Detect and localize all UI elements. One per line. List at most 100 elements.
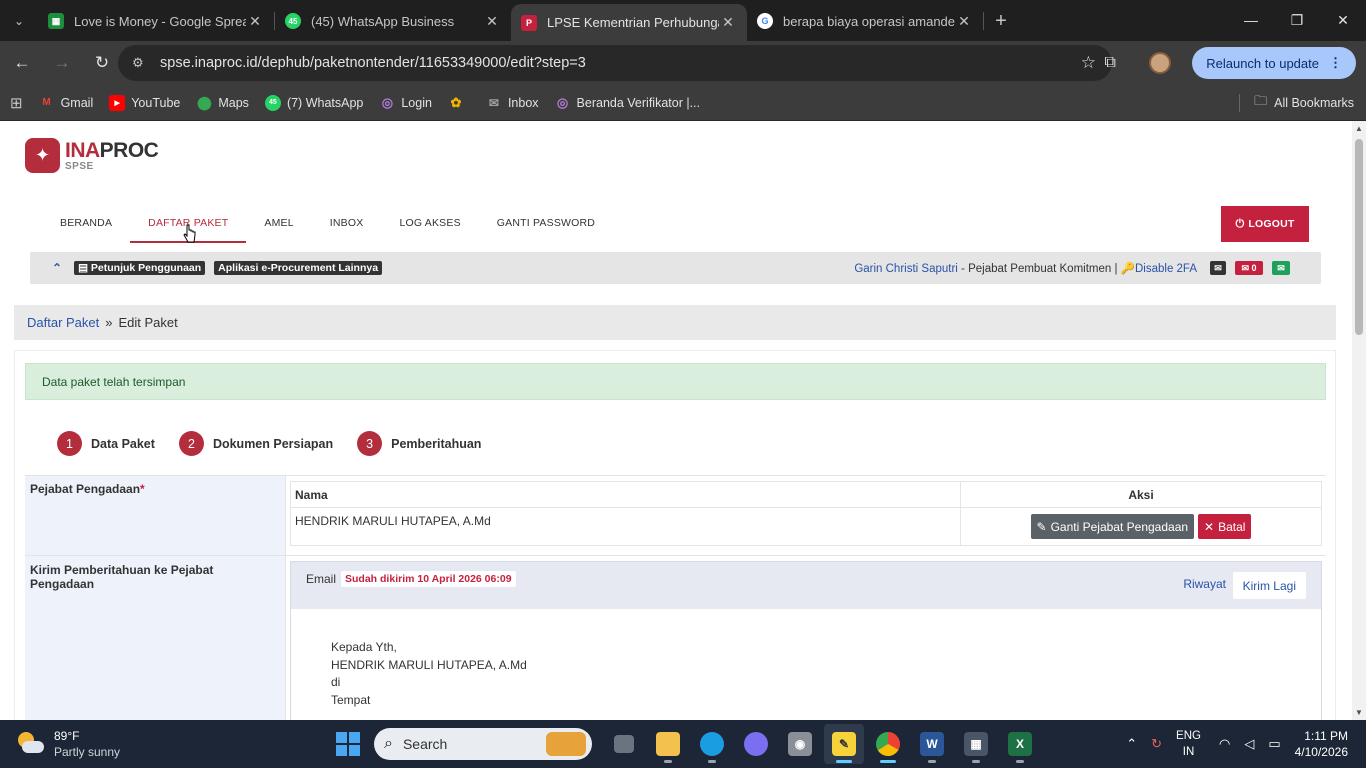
step-label: Data Paket — [91, 436, 155, 451]
taskbar-search[interactable]: ⌕ Search — [374, 728, 592, 760]
all-bookmarks-button[interactable]: 🗀 All Bookmarks — [1239, 92, 1354, 114]
breadcrumb-daftar-paket[interactable]: Daftar Paket — [27, 315, 99, 330]
scroll-up-icon[interactable]: ▲ — [1355, 124, 1363, 133]
task-view-icon — [614, 735, 634, 753]
edit-paket-panel: Data paket telah tersimpan 1 Data Paket 2… — [14, 350, 1336, 720]
step-data-paket[interactable]: 1 Data Paket — [57, 431, 155, 456]
bookmarks-bar: ⊞ M Gmail ▶ YouTube ⬤ Maps 45 (7) WhatsApp ◎… — [0, 85, 1366, 121]
start-button[interactable] — [336, 732, 360, 756]
email-label: Email — [306, 571, 337, 586]
bookmark-pinwheel[interactable]: ✿ — [448, 95, 470, 111]
calculator-icon: ▦ — [964, 732, 988, 756]
power-icon: ⏻ — [1235, 217, 1245, 230]
close-icon[interactable]: ✕ — [719, 14, 737, 31]
inbox-count-button[interactable]: ✉ 0 — [1235, 261, 1263, 275]
profile-avatar[interactable] — [1142, 45, 1178, 81]
kirim-lagi-button[interactable]: Kirim Lagi — [1232, 572, 1306, 599]
scroll-down-icon[interactable]: ▼ — [1355, 708, 1363, 717]
tab-title: LPSE Kementrian Perhubungan — [547, 15, 719, 30]
nav-log-akses[interactable]: LOG AKSES — [381, 207, 478, 243]
clock[interactable]: 1:11 PM 4/10/2026 — [1295, 728, 1348, 760]
logout-button[interactable]: ⏻ LOGOUT — [1221, 206, 1309, 242]
address-bar[interactable]: ⚙ spse.inaproc.id/dephub/paketnontender/… — [118, 45, 1112, 81]
bookmark-maps[interactable]: ⬤ Maps — [196, 95, 249, 111]
disable-2fa-link[interactable]: 🔑Disable 2FA — [1121, 263, 1197, 275]
excel-icon: X — [1008, 732, 1032, 756]
relaunch-button[interactable]: Relaunch to update ⋮ — [1192, 47, 1356, 79]
tab-google-sheets[interactable]: ▦ Love is Money - Google Spread ✕ — [38, 4, 274, 38]
word-app[interactable]: W — [912, 724, 952, 764]
batal-button[interactable]: ✕ Batal — [1198, 514, 1252, 539]
forward-button[interactable]: → — [44, 45, 80, 81]
tab-search-button[interactable]: ⌄ — [0, 0, 38, 41]
tab-lpse[interactable]: P LPSE Kementrian Perhubungan ✕ — [511, 4, 747, 41]
language-indicator[interactable]: ENG IN — [1176, 728, 1201, 760]
sticky-notes-icon: ✎ — [832, 732, 856, 756]
minimize-icon[interactable]: — — [1228, 0, 1274, 40]
bookmark-youtube[interactable]: ▶ YouTube — [109, 94, 180, 111]
copilot-app[interactable] — [736, 724, 776, 764]
nav-amel[interactable]: AMEL — [246, 207, 311, 243]
chevron-up-icon[interactable]: ⌃ — [1126, 736, 1137, 752]
chrome-app[interactable] — [868, 724, 908, 764]
task-view-app[interactable] — [604, 724, 644, 764]
step-dokumen-persiapan[interactable]: 2 Dokumen Persiapan — [178, 431, 333, 456]
bookmark-whatsapp[interactable]: 45 (7) WhatsApp — [264, 94, 363, 111]
weather-widget[interactable]: 89°F Partly sunny — [16, 728, 120, 760]
file-explorer-app[interactable] — [648, 724, 688, 764]
edit-icon: ✎ — [1036, 519, 1047, 534]
tab-google-search[interactable]: G berapa biaya operasi amandel - ✕ — [747, 4, 983, 38]
close-icon[interactable]: ✕ — [955, 13, 973, 30]
volume-icon[interactable]: ◁ — [1244, 736, 1254, 752]
apps-button[interactable]: ⊞ — [10, 94, 23, 112]
logo-ina: INA — [65, 138, 100, 162]
nav-inbox[interactable]: INBOX — [312, 207, 382, 243]
excel-app[interactable]: X — [1000, 724, 1040, 764]
restore-icon[interactable]: ❐ — [1274, 0, 1320, 40]
calculator-app[interactable]: ▦ — [956, 724, 996, 764]
bookmark-inbox[interactable]: ✉ Inbox — [486, 95, 539, 111]
inaproc-logo[interactable]: ✦ INAPROC SPSE — [25, 138, 159, 173]
chevron-down-icon: ⌄ — [13, 13, 25, 28]
button-label: Batal — [1218, 519, 1246, 534]
page-scrollbar[interactable]: ▲ ▼ — [1352, 121, 1366, 720]
petunjuk-button[interactable]: ▤ Petunjuk Penggunaan — [74, 261, 206, 275]
camera-app[interactable]: ◉ — [780, 724, 820, 764]
browser-toolbar: ← → ↻ ⚙ spse.inaproc.id/dephub/paketnont… — [0, 41, 1366, 85]
table-row: HENDRIK MARULI HUTAPEA, A.Md ✎ Ganti Peja… — [290, 507, 1322, 546]
extensions-icon[interactable]: ⧉ — [1092, 45, 1128, 81]
message-button[interactable]: ✉ — [1210, 261, 1226, 275]
new-tab-button[interactable]: + — [984, 4, 1018, 38]
edge-app[interactable] — [692, 724, 732, 764]
open-mail-button[interactable]: ✉ — [1272, 261, 1290, 275]
site-info-icon[interactable]: ⚙ — [132, 55, 148, 71]
back-button[interactable]: ← — [4, 45, 40, 81]
close-icon: ✕ — [1204, 519, 1215, 534]
scroll-thumb[interactable] — [1355, 139, 1363, 335]
system-tray: ⌃ ↻ ENG IN ◠ ◁ ▭ 1:11 PM 4/10/2026 — [1126, 720, 1366, 768]
bookmark-gmail[interactable]: M Gmail — [39, 95, 93, 111]
close-window-icon[interactable]: ✕ — [1320, 0, 1366, 40]
ganti-pejabat-button[interactable]: ✎ Ganti Pejabat Pengadaan — [1030, 514, 1195, 539]
browser-tab-bar: ⌄ ▦ Love is Money - Google Spread ✕ 45 (… — [0, 0, 1366, 41]
sticky-notes-app[interactable]: ✎ — [824, 724, 864, 764]
step-pemberitahuan[interactable]: 3 Pemberitahuan — [357, 431, 481, 456]
reload-button[interactable]: ↻ — [84, 45, 120, 81]
sync-icon[interactable]: ↻ — [1151, 736, 1162, 752]
weather-temp: 89°F — [54, 729, 80, 743]
close-icon[interactable]: ✕ — [246, 13, 264, 30]
nav-ganti-password[interactable]: GANTI PASSWORD — [479, 207, 613, 243]
logo-text: INAPROC SPSE — [65, 138, 159, 172]
tab-whatsapp[interactable]: 45 (45) WhatsApp Business ✕ — [275, 4, 511, 38]
user-name-link[interactable]: Garin Christi Saputri — [854, 263, 958, 275]
aplikasi-button[interactable]: Aplikasi e-Procurement Lainnya — [214, 261, 383, 275]
nav-beranda[interactable]: BERANDA — [42, 207, 130, 243]
battery-icon[interactable]: ▭ — [1268, 736, 1280, 752]
wifi-icon[interactable]: ◠ — [1219, 736, 1230, 752]
close-icon[interactable]: ✕ — [483, 13, 501, 30]
bookmark-beranda-verifikator[interactable]: ◎ Beranda Verifikator |... — [555, 95, 700, 111]
collapse-icon[interactable]: ⌃ — [52, 261, 62, 275]
bookmark-login[interactable]: ◎ Login — [379, 95, 432, 111]
riwayat-link[interactable]: Riwayat — [1183, 577, 1226, 591]
plus-icon: + — [995, 9, 1007, 32]
